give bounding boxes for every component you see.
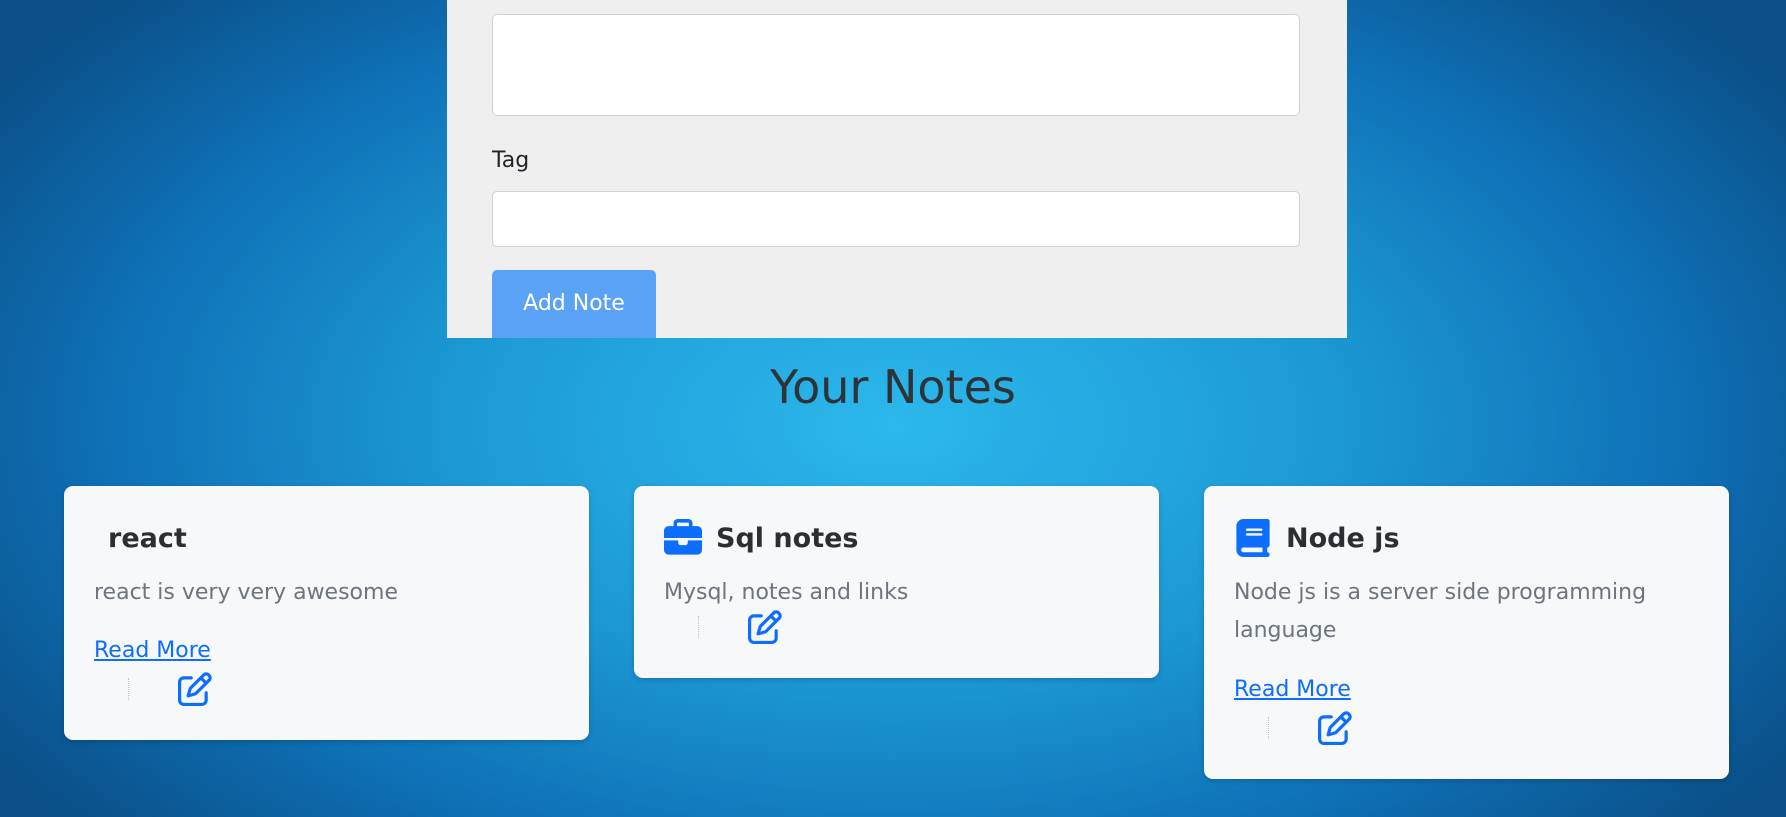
- edit-icon[interactable]: [178, 672, 212, 706]
- note-card-sql: Sql notes Mysql, notes and links: [634, 486, 1159, 678]
- note-actions: [94, 672, 254, 708]
- note-description: Mysql, notes and links: [664, 580, 909, 605]
- book-icon: [1236, 519, 1270, 557]
- delete-icon[interactable]: [128, 678, 130, 700]
- briefcase-icon: [664, 519, 702, 555]
- delete-icon[interactable]: [1268, 717, 1270, 739]
- note-title: react: [108, 522, 187, 554]
- read-more-link[interactable]: Read More: [1234, 677, 1351, 702]
- note-actions: [664, 610, 824, 646]
- note-card-header: react: [94, 516, 187, 560]
- description-textarea[interactable]: [492, 14, 1300, 116]
- tag-label: Tag: [492, 148, 530, 173]
- note-description: react is very very awesome: [94, 580, 398, 605]
- read-more-link[interactable]: Read More: [94, 638, 211, 663]
- notes-section-title: Your Notes: [770, 360, 1016, 414]
- delete-icon[interactable]: [698, 616, 700, 638]
- note-card-react: react react is very very awesome Read Mo…: [64, 486, 589, 740]
- note-actions: [1234, 711, 1394, 747]
- note-title: Sql notes: [716, 522, 859, 554]
- note-card-header: Node js: [1234, 516, 1400, 560]
- note-description: Node js is a server side programming lan…: [1234, 580, 1647, 643]
- tag-input[interactable]: [492, 191, 1300, 247]
- add-note-form: Tag Add Note: [447, 0, 1347, 338]
- edit-icon[interactable]: [748, 610, 782, 644]
- add-note-button[interactable]: Add Note: [492, 270, 656, 338]
- edit-icon[interactable]: [1318, 711, 1352, 745]
- note-card-nodejs: Node js Node js is a server side program…: [1204, 486, 1729, 779]
- note-title: Node js: [1286, 522, 1400, 554]
- note-card-header: Sql notes: [664, 516, 859, 560]
